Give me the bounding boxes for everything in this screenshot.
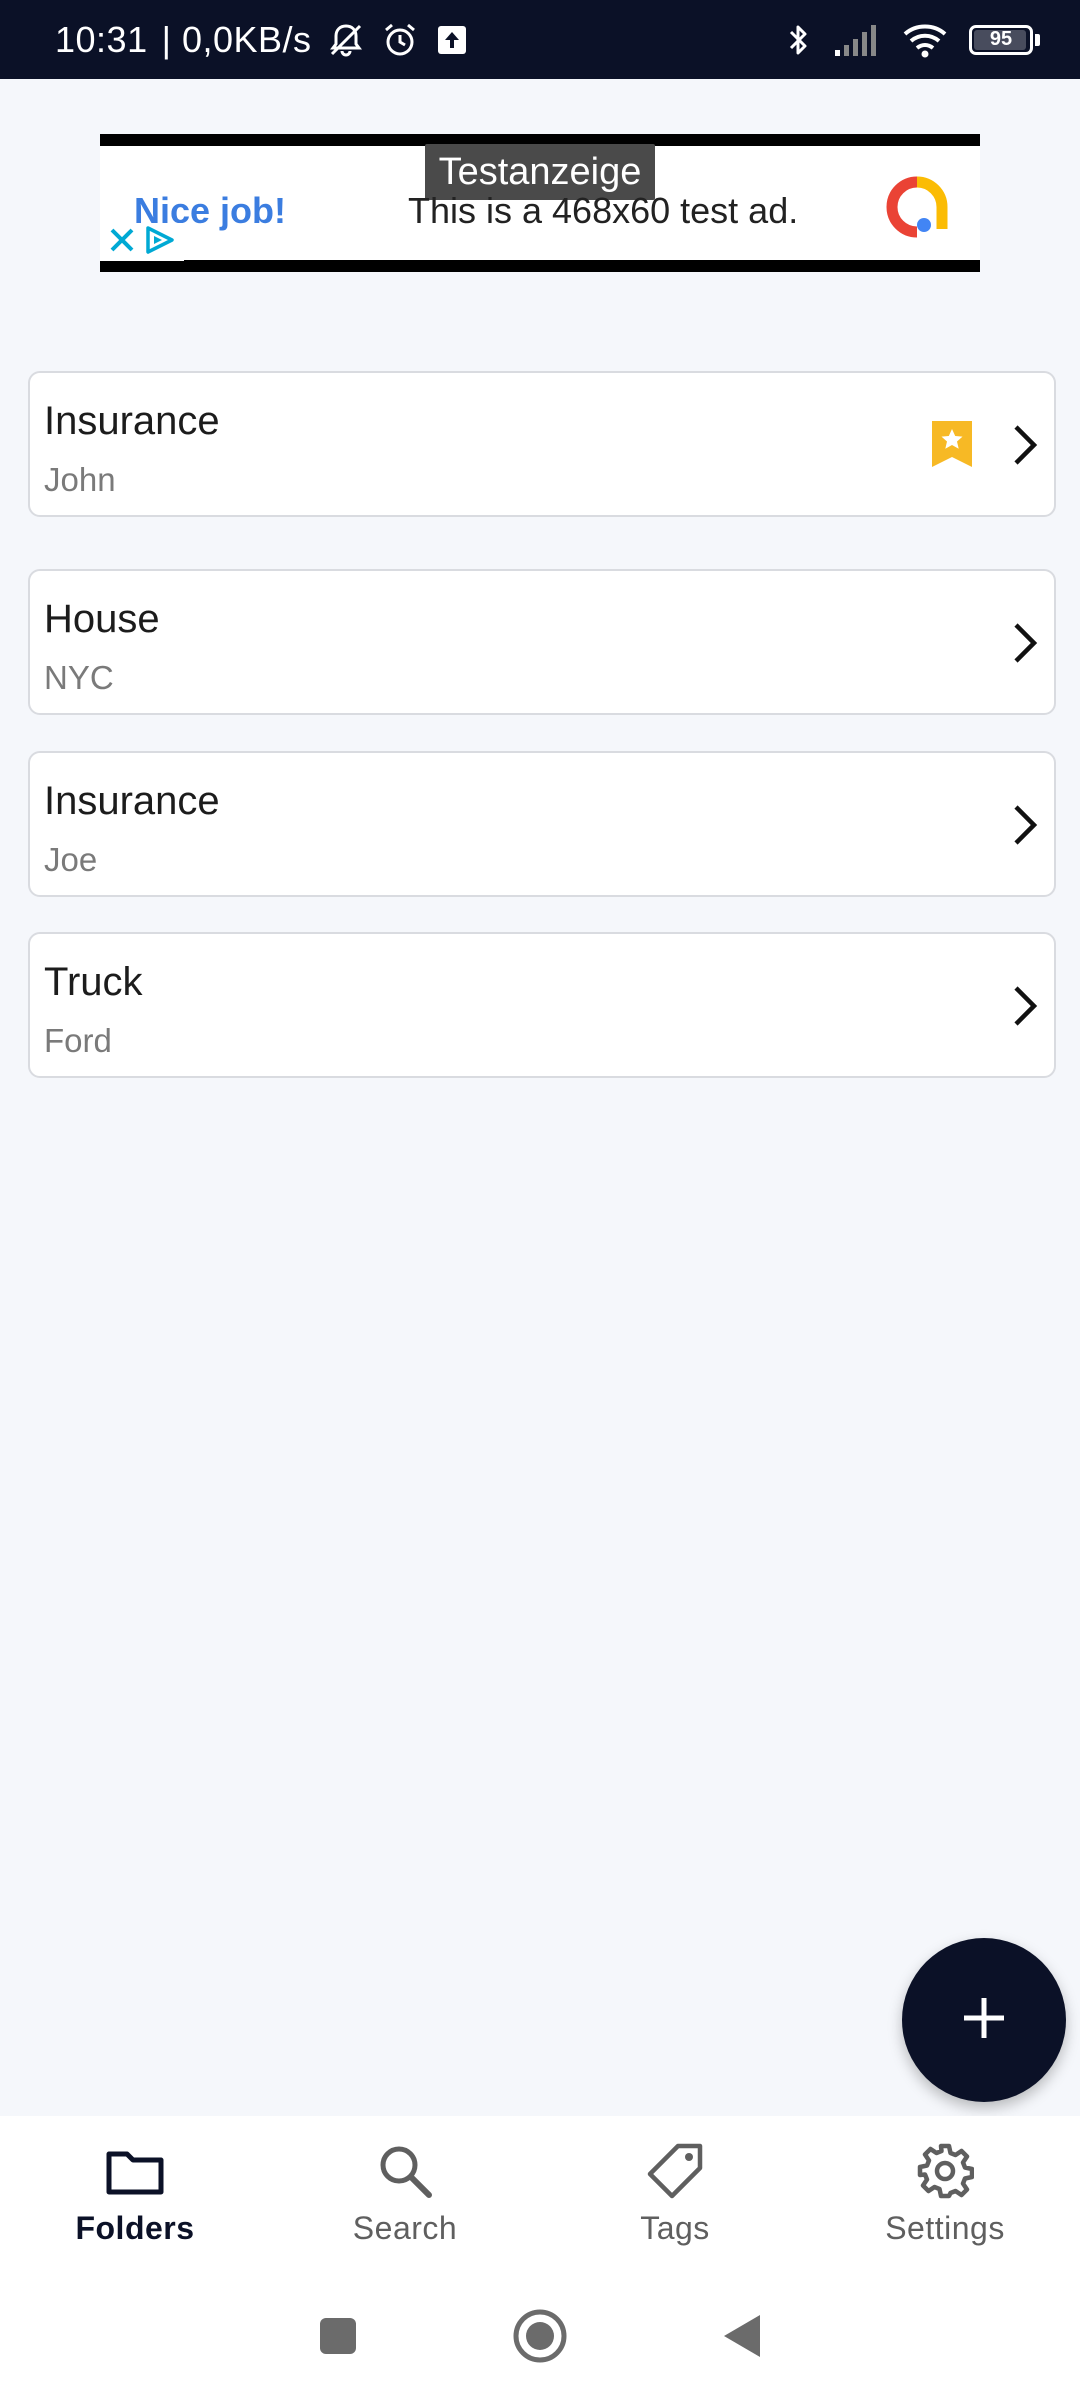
status-bar: 10:31 | 0,0KB/s 95	[0, 0, 1080, 79]
status-time: 10:31	[55, 18, 148, 60]
home-icon[interactable]	[510, 2306, 570, 2371]
folder-subtitle: Ford	[44, 1022, 112, 1059]
plus-icon	[961, 1995, 1007, 2046]
tag-icon	[646, 2140, 704, 2202]
ad-choices[interactable]	[100, 223, 184, 261]
system-nav-bar	[0, 2276, 1080, 2400]
nav-settings-label: Settings	[885, 2210, 1005, 2246]
folder-subtitle: NYC	[44, 659, 114, 696]
ad-logo-icon	[886, 176, 948, 243]
nav-folders-label: Folders	[75, 2210, 195, 2246]
nav-search-label: Search	[352, 2210, 458, 2246]
muted-notifications-icon	[326, 20, 366, 60]
upload-icon	[434, 22, 470, 58]
folder-title: House	[44, 597, 160, 641]
chevron-right-icon	[1008, 621, 1040, 670]
status-bar-right: 95	[783, 20, 1040, 60]
folder-item[interactable]: Insurance Joe	[28, 751, 1056, 897]
folder-item[interactable]: House NYC	[28, 569, 1056, 715]
alarm-icon	[380, 20, 420, 60]
battery-icon: 95	[969, 24, 1040, 55]
folder-item[interactable]: Insurance John	[28, 371, 1056, 517]
bottom-nav: Folders Search Tags Settings	[0, 2116, 1080, 2276]
recents-icon[interactable]	[316, 2314, 360, 2363]
back-icon[interactable]	[720, 2311, 764, 2366]
chevron-right-icon	[1008, 984, 1040, 1033]
bookmark-star-icon[interactable]	[930, 419, 974, 474]
nav-tags[interactable]: Tags	[540, 2116, 810, 2276]
add-folder-button[interactable]	[902, 1938, 1066, 2102]
ad-choices-icon[interactable]	[142, 224, 176, 261]
folder-title: Insurance	[44, 779, 220, 823]
gear-icon	[916, 2140, 974, 2202]
wifi-icon	[901, 20, 949, 60]
ad-text[interactable]: This is a 468x60 test ad.	[408, 190, 798, 232]
folder-icon	[105, 2140, 165, 2202]
search-icon	[376, 2140, 434, 2202]
signal-icon	[833, 22, 881, 58]
nav-tags-label: Tags	[640, 2210, 710, 2246]
close-icon[interactable]	[106, 224, 138, 261]
ad-banner[interactable]: Testanzeige Nice job! This is a 468x60 t…	[100, 134, 980, 272]
network-speed: | 0,0KB/s	[161, 18, 312, 60]
folder-title: Truck	[44, 960, 143, 1004]
folder-subtitle: John	[44, 461, 116, 498]
nav-folders[interactable]: Folders	[0, 2116, 270, 2276]
battery-level: 95	[989, 28, 1013, 50]
folder-title: Insurance	[44, 399, 220, 443]
chevron-right-icon	[1008, 803, 1040, 852]
nav-search[interactable]: Search	[270, 2116, 540, 2276]
bluetooth-icon	[783, 20, 813, 60]
chevron-right-icon	[1008, 423, 1040, 472]
nav-settings[interactable]: Settings	[810, 2116, 1080, 2276]
folder-subtitle: Joe	[44, 841, 98, 878]
folder-item[interactable]: Truck Ford	[28, 932, 1056, 1078]
status-bar-left: 10:31 | 0,0KB/s	[55, 19, 470, 61]
